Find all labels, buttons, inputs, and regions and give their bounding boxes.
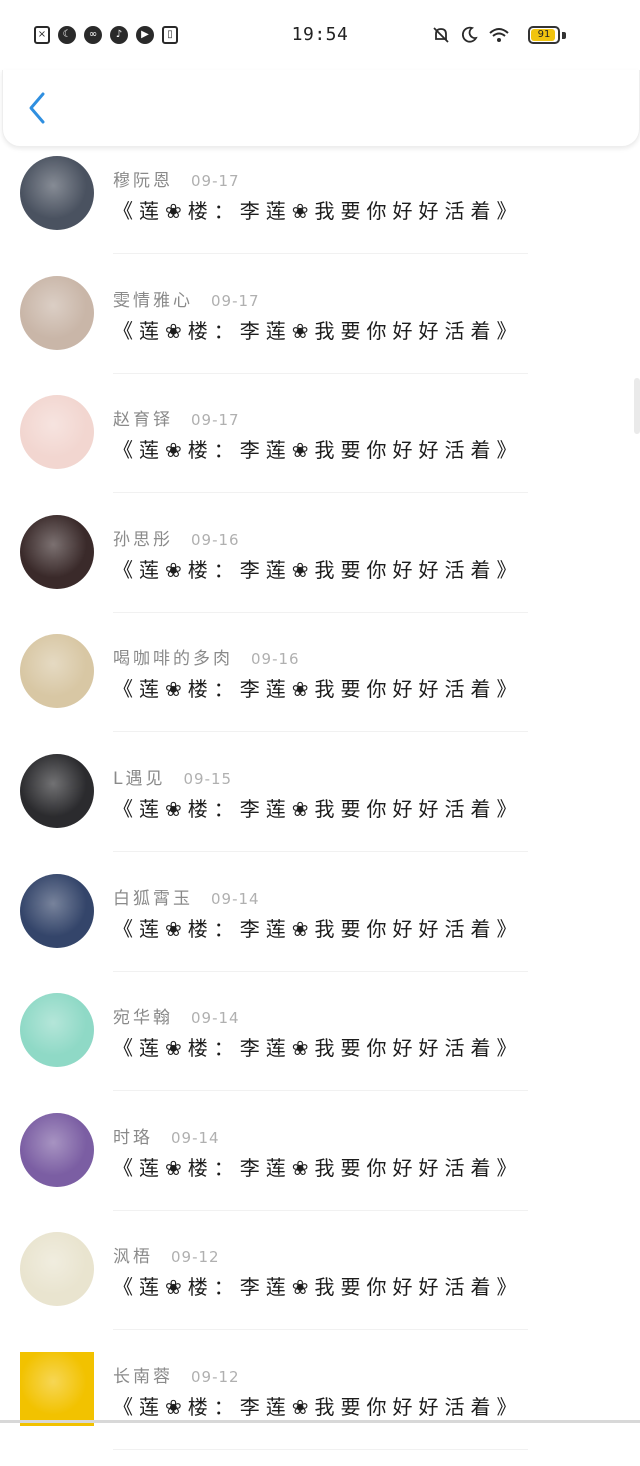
message-text: 《莲❀楼：李莲❀我要你好好活着》	[113, 318, 523, 343]
battery-level: 91	[537, 29, 551, 40]
message-list: 穆阮恩 09-17 《莲❀楼：李莲❀我要你好好活着》 雯情雅心 09-17 《莲❀楼：李莲…	[0, 150, 640, 1466]
wifi-icon	[489, 28, 509, 42]
avatar[interactable]	[20, 275, 94, 350]
message-meta: 雯情雅心 09-17	[113, 286, 260, 311]
message-text: 《莲❀楼：李莲❀我要你好好活着》	[113, 677, 523, 702]
avatar[interactable]	[20, 395, 94, 470]
battery-tip	[562, 32, 566, 39]
message-text: 《莲❀楼：李莲❀我要你好好活着》	[113, 916, 523, 941]
message-text: 《莲❀楼：李莲❀我要你好好活着》	[113, 1394, 523, 1419]
list-item[interactable]: 穆阮恩 09-17 《莲❀楼：李莲❀我要你好好活着》	[0, 150, 640, 270]
divider	[113, 850, 528, 852]
list-item[interactable]: 白狐霄玉 09-14 《莲❀楼：李莲❀我要你好好活着》	[0, 868, 640, 988]
list-item[interactable]: 赵育铎 09-17 《莲❀楼：李莲❀我要你好好活着》	[0, 389, 640, 509]
sender-name[interactable]: 孙思彤	[113, 525, 173, 550]
header-bar	[2, 70, 640, 147]
divider	[113, 372, 528, 374]
message-date: 09-17	[191, 411, 240, 430]
sender-name[interactable]: 白狐霄玉	[113, 884, 193, 909]
avatar[interactable]	[20, 514, 94, 589]
list-item[interactable]: 喝咖啡的多肉 09-16 《莲❀楼：李莲❀我要你好好活着》	[0, 628, 640, 748]
message-date: 09-15	[183, 769, 233, 788]
list-item[interactable]: L遇见 09-15 《莲❀楼：李莲❀我要你好好活着》	[0, 748, 640, 868]
avatar[interactable]	[20, 993, 94, 1068]
message-date: 09-12	[191, 1367, 240, 1386]
avatar[interactable]	[20, 634, 94, 709]
message-date: 09-14	[211, 889, 260, 908]
message-text: 《莲❀楼：李莲❀我要你好好活着》	[113, 1036, 523, 1061]
sender-name[interactable]: L遇见	[113, 764, 165, 789]
message-date: 09-16	[251, 650, 300, 669]
sender-name[interactable]: 宛华翰	[113, 1003, 173, 1028]
divider	[113, 731, 528, 733]
divider	[113, 492, 528, 494]
message-meta: 白狐霄玉 09-14	[113, 884, 260, 909]
list-item[interactable]: 宛华翰 09-14 《莲❀楼：李莲❀我要你好好活着》	[0, 987, 640, 1107]
divider	[113, 253, 528, 254]
avatar[interactable]	[20, 156, 94, 230]
message-date: 09-12	[171, 1248, 220, 1267]
back-button[interactable]	[19, 88, 55, 128]
sender-name[interactable]: 穆阮恩	[113, 166, 173, 191]
message-text: 《莲❀楼：李莲❀我要你好好活着》	[113, 438, 523, 463]
list-item[interactable]: 长南蓉 09-12 《莲❀楼：李莲❀我要你好好活着》	[0, 1346, 640, 1466]
message-meta: 孙思彤 09-16	[113, 525, 240, 550]
list-item[interactable]: 沨梧 09-12 《莲❀楼：李莲❀我要你好好活着》	[0, 1226, 640, 1346]
status-bar: × ☾ ∞ ♪ ▶ ▯ 19:54 91	[0, 0, 640, 70]
chevron-left-icon	[29, 92, 45, 124]
avatar[interactable]	[20, 1351, 94, 1426]
message-meta: 时珞 09-14	[113, 1123, 220, 1148]
list-item[interactable]: 雯情雅心 09-17 《莲❀楼：李莲❀我要你好好活着》	[0, 270, 640, 390]
avatar[interactable]	[20, 753, 94, 828]
message-text: 《莲❀楼：李莲❀我要你好好活着》	[113, 557, 523, 582]
message-meta: 宛华翰 09-14	[113, 1003, 240, 1028]
sender-name[interactable]: 长南蓉	[113, 1362, 173, 1387]
divider	[113, 1090, 528, 1092]
message-meta: 赵育铎 09-17	[113, 405, 240, 430]
message-meta: L遇见 09-15	[113, 764, 232, 789]
divider	[113, 1209, 528, 1211]
message-meta: 长南蓉 09-12	[113, 1362, 240, 1387]
divider	[113, 1448, 528, 1450]
message-meta: 喝咖啡的多肉 09-16	[113, 644, 300, 669]
message-text: 《莲❀楼：李莲❀我要你好好活着》	[113, 1155, 523, 1180]
sender-name[interactable]: 赵育铎	[113, 405, 173, 430]
sender-name[interactable]: 沨梧	[113, 1242, 153, 1267]
message-date: 09-14	[171, 1128, 220, 1147]
battery-icon: 91	[528, 26, 560, 44]
sender-name[interactable]: 喝咖啡的多肉	[113, 644, 233, 669]
message-meta: 沨梧 09-12	[113, 1242, 220, 1267]
message-text: 《莲❀楼：李莲❀我要你好好活着》	[113, 199, 523, 223]
message-date: 09-16	[191, 530, 240, 549]
message-text: 《莲❀楼：李莲❀我要你好好活着》	[113, 1275, 523, 1300]
divider	[113, 1329, 528, 1331]
status-right-icons	[432, 26, 510, 44]
message-date: 09-17	[211, 291, 260, 310]
moon-icon	[461, 26, 478, 43]
divider	[113, 970, 528, 972]
message-date: 09-14	[191, 1009, 240, 1028]
scroll-indicator[interactable]	[634, 378, 640, 434]
message-text: 《莲❀楼：李莲❀我要你好好活着》	[113, 796, 523, 821]
avatar[interactable]	[20, 1112, 94, 1187]
avatar[interactable]	[20, 1232, 94, 1307]
list-item[interactable]: 时珞 09-14 《莲❀楼：李莲❀我要你好好活着》	[0, 1107, 640, 1227]
message-meta: 穆阮恩 09-17	[113, 166, 240, 191]
divider	[113, 611, 528, 613]
avatar[interactable]	[20, 873, 94, 948]
bell-off-icon	[433, 27, 449, 43]
sender-name[interactable]: 雯情雅心	[113, 286, 193, 311]
list-item[interactable]: 孙思彤 09-16 《莲❀楼：李莲❀我要你好好活着》	[0, 509, 640, 629]
sender-name[interactable]: 时珞	[113, 1123, 153, 1148]
message-date: 09-17	[191, 172, 240, 190]
